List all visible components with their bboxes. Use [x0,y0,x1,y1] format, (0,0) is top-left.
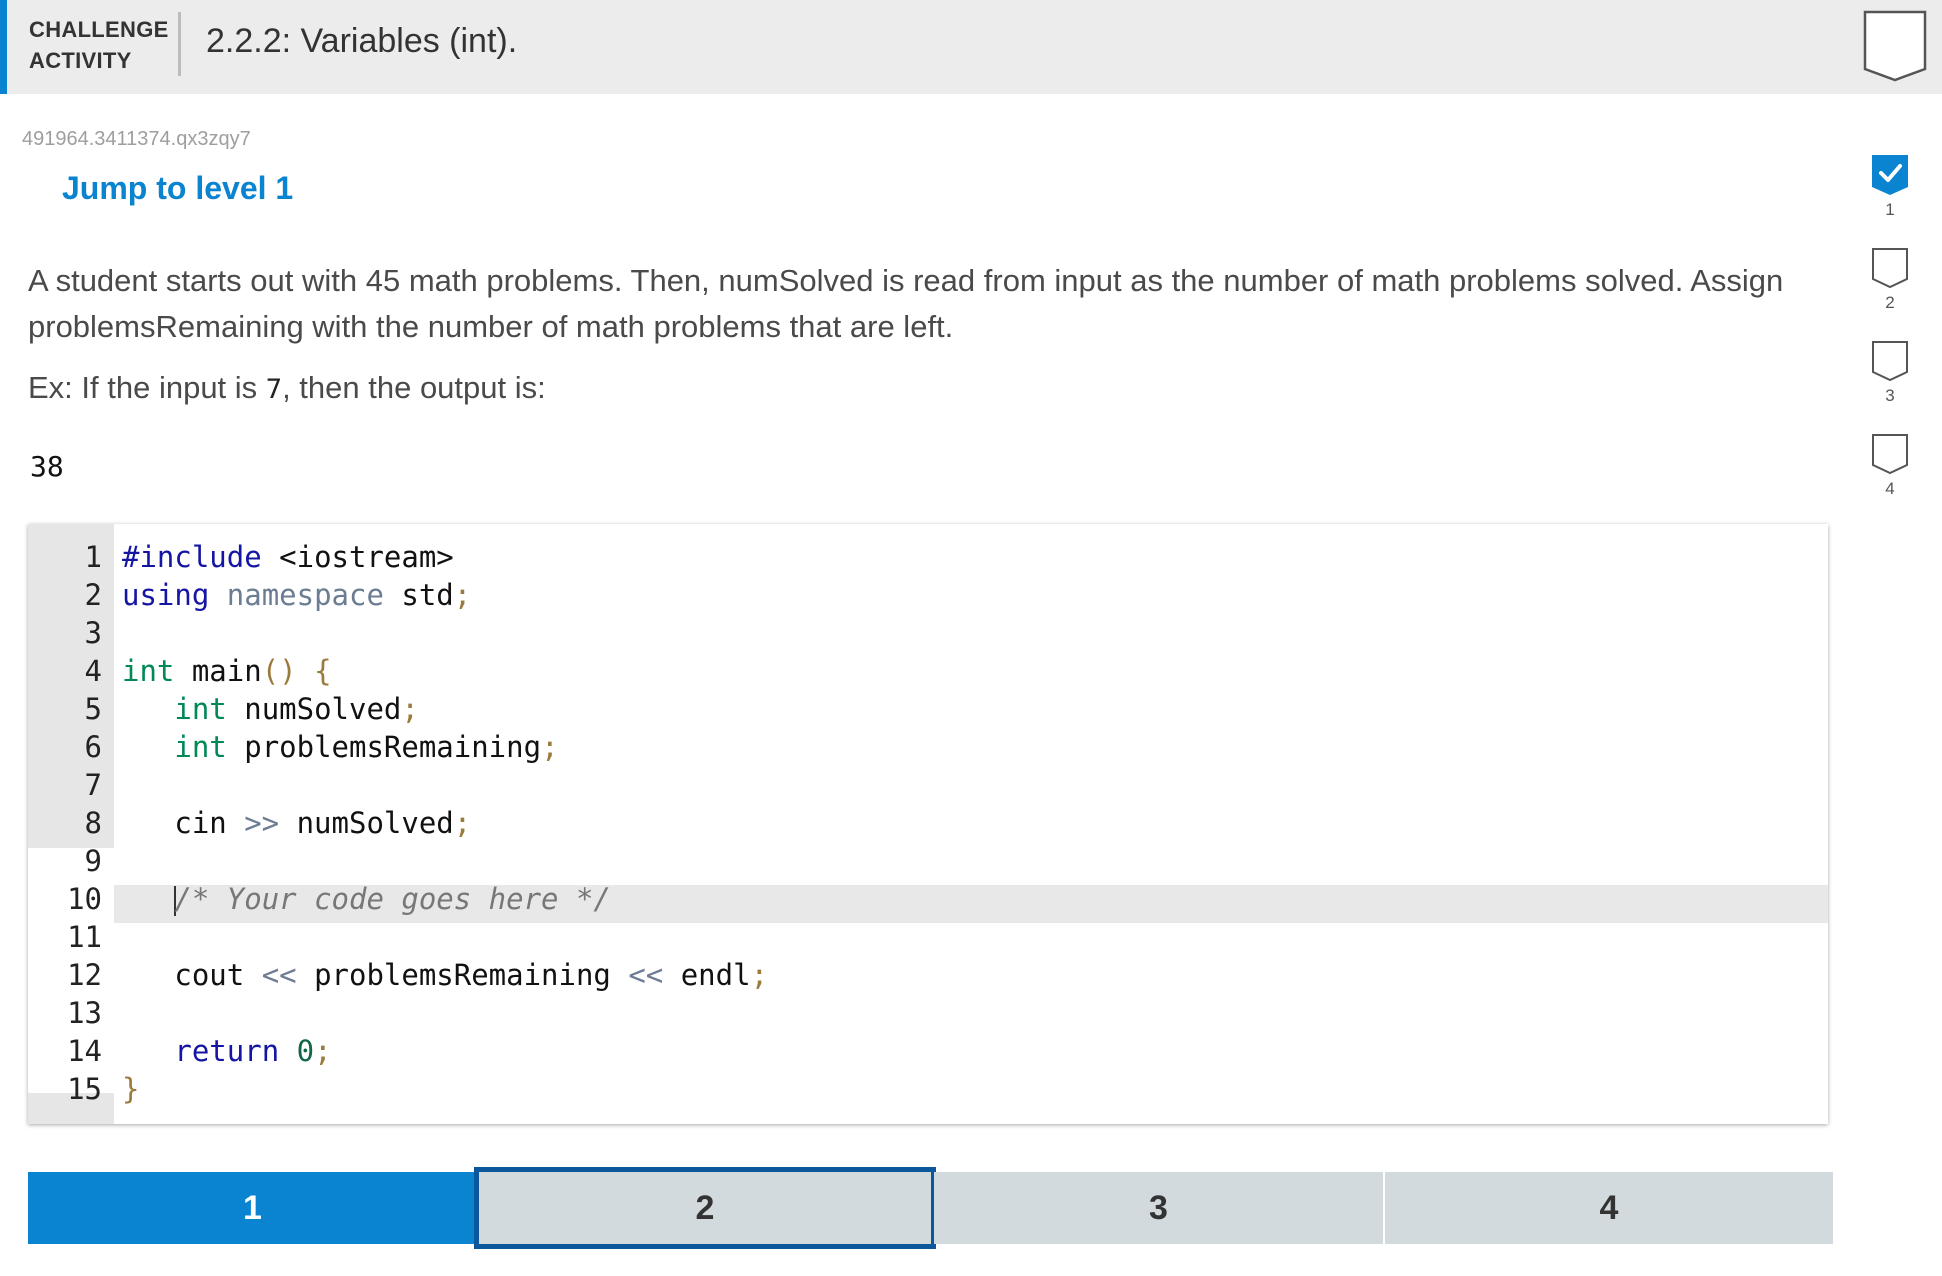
line-number: 1 [84,540,102,574]
activity-title: 2.2.2: Variables (int). [206,22,518,60]
progress-step-label: 3 [1885,386,1895,405]
line-number: 15 [67,1072,102,1106]
code-text[interactable]: /* Your code goes here */ [122,880,611,918]
code-editor[interactable]: 1 #include <iostream> 2 using namespace st… [28,524,1828,1124]
activity-header: CHALLENGE ACTIVITY 2.2.2: Variables (int… [0,0,1942,94]
code-line: 14 return 0; [28,1032,1828,1070]
code-line: 12 cout << problemsRemaining << endl; [28,956,1828,994]
shield-outline-icon [1871,247,1909,289]
code-text: using namespace std; [122,578,472,612]
activity-type-line1: CHALLENGE [29,17,169,42]
line-number: 10 [67,882,102,916]
code-text: } [122,1072,140,1106]
checkmark-icon [1871,154,1909,196]
header-divider [178,12,181,76]
code-line: 1 #include <iostream> [28,538,1828,576]
code-line[interactable]: 11 [28,918,1828,956]
progress-step-label: 2 [1885,293,1895,312]
code-text: cout << problemsRemaining << endl; [122,958,769,992]
code-text: #include <iostream> [122,540,454,574]
activity-type-label: CHALLENGE ACTIVITY [29,14,169,76]
code-line: 5 int numSolved; [28,690,1828,728]
progress-step-3: 3 [1862,340,1918,406]
line-number: 14 [67,1034,102,1068]
code-lines: 1 #include <iostream> 2 using namespace st… [28,538,1828,1108]
shield-outline-icon [1871,433,1909,475]
code-line: 2 using namespace std; [28,576,1828,614]
example-prefix: Ex: If the input is [28,370,266,405]
level-tab-3[interactable]: 3 [934,1172,1383,1244]
progress-step-label: 1 [1885,200,1895,219]
code-text: int problemsRemaining; [174,730,559,764]
example-suffix: , then the output is: [282,370,546,405]
progress-step-4: 4 [1862,433,1918,499]
line-number: 2 [84,578,102,612]
code-text: return 0; [174,1034,332,1068]
shield-outline-icon [1863,10,1927,82]
code-line-active[interactable]: 10 /* Your code goes here */ [28,880,1828,918]
level-tab-2[interactable]: 2 [474,1167,936,1249]
example-output: 38 [30,450,64,483]
line-number: 12 [67,958,102,992]
progress-step-2: 2 [1862,247,1918,313]
line-number: 6 [84,730,102,764]
level-tab-1[interactable]: 1 [28,1172,477,1244]
example-input-value: 7 [265,374,283,405]
line-number: 9 [84,844,102,878]
activity-id: 491964.3411374.qx3zqy7 [22,128,251,150]
code-line: 3 [28,614,1828,652]
level-tabs: 1 2 3 4 [28,1167,1833,1249]
activity-type-line2: ACTIVITY [29,48,132,73]
code-line[interactable]: 9 [28,842,1828,880]
line-number: 13 [67,996,102,1030]
jump-to-level-link[interactable]: Jump to level 1 [62,170,293,207]
code-text: int numSolved; [174,692,419,726]
line-number: 4 [84,654,102,688]
code-line: 4 int main() { [28,652,1828,690]
code-line: 7 [28,766,1828,804]
line-number: 3 [84,616,102,650]
problem-prompt: A student starts out with 45 math proble… [28,263,1784,344]
code-text: int main() { [122,654,332,688]
example-text: Ex: If the input is 7, then the output i… [28,370,546,406]
line-number: 11 [67,920,102,954]
progress-step-label: 4 [1885,479,1895,498]
code-line: 6 int problemsRemaining; [28,728,1828,766]
line-number: 8 [84,806,102,840]
line-number: 5 [84,692,102,726]
code-line: 8 cin >> numSolved; [28,804,1828,842]
code-line: 15} [28,1070,1828,1108]
code-text: cin >> numSolved; [122,806,472,840]
level-tab-4[interactable]: 4 [1385,1172,1833,1244]
code-line: 13 [28,994,1828,1032]
progress-step-1: 1 [1862,154,1918,220]
shield-outline-icon [1871,340,1909,382]
line-number: 7 [84,768,102,802]
